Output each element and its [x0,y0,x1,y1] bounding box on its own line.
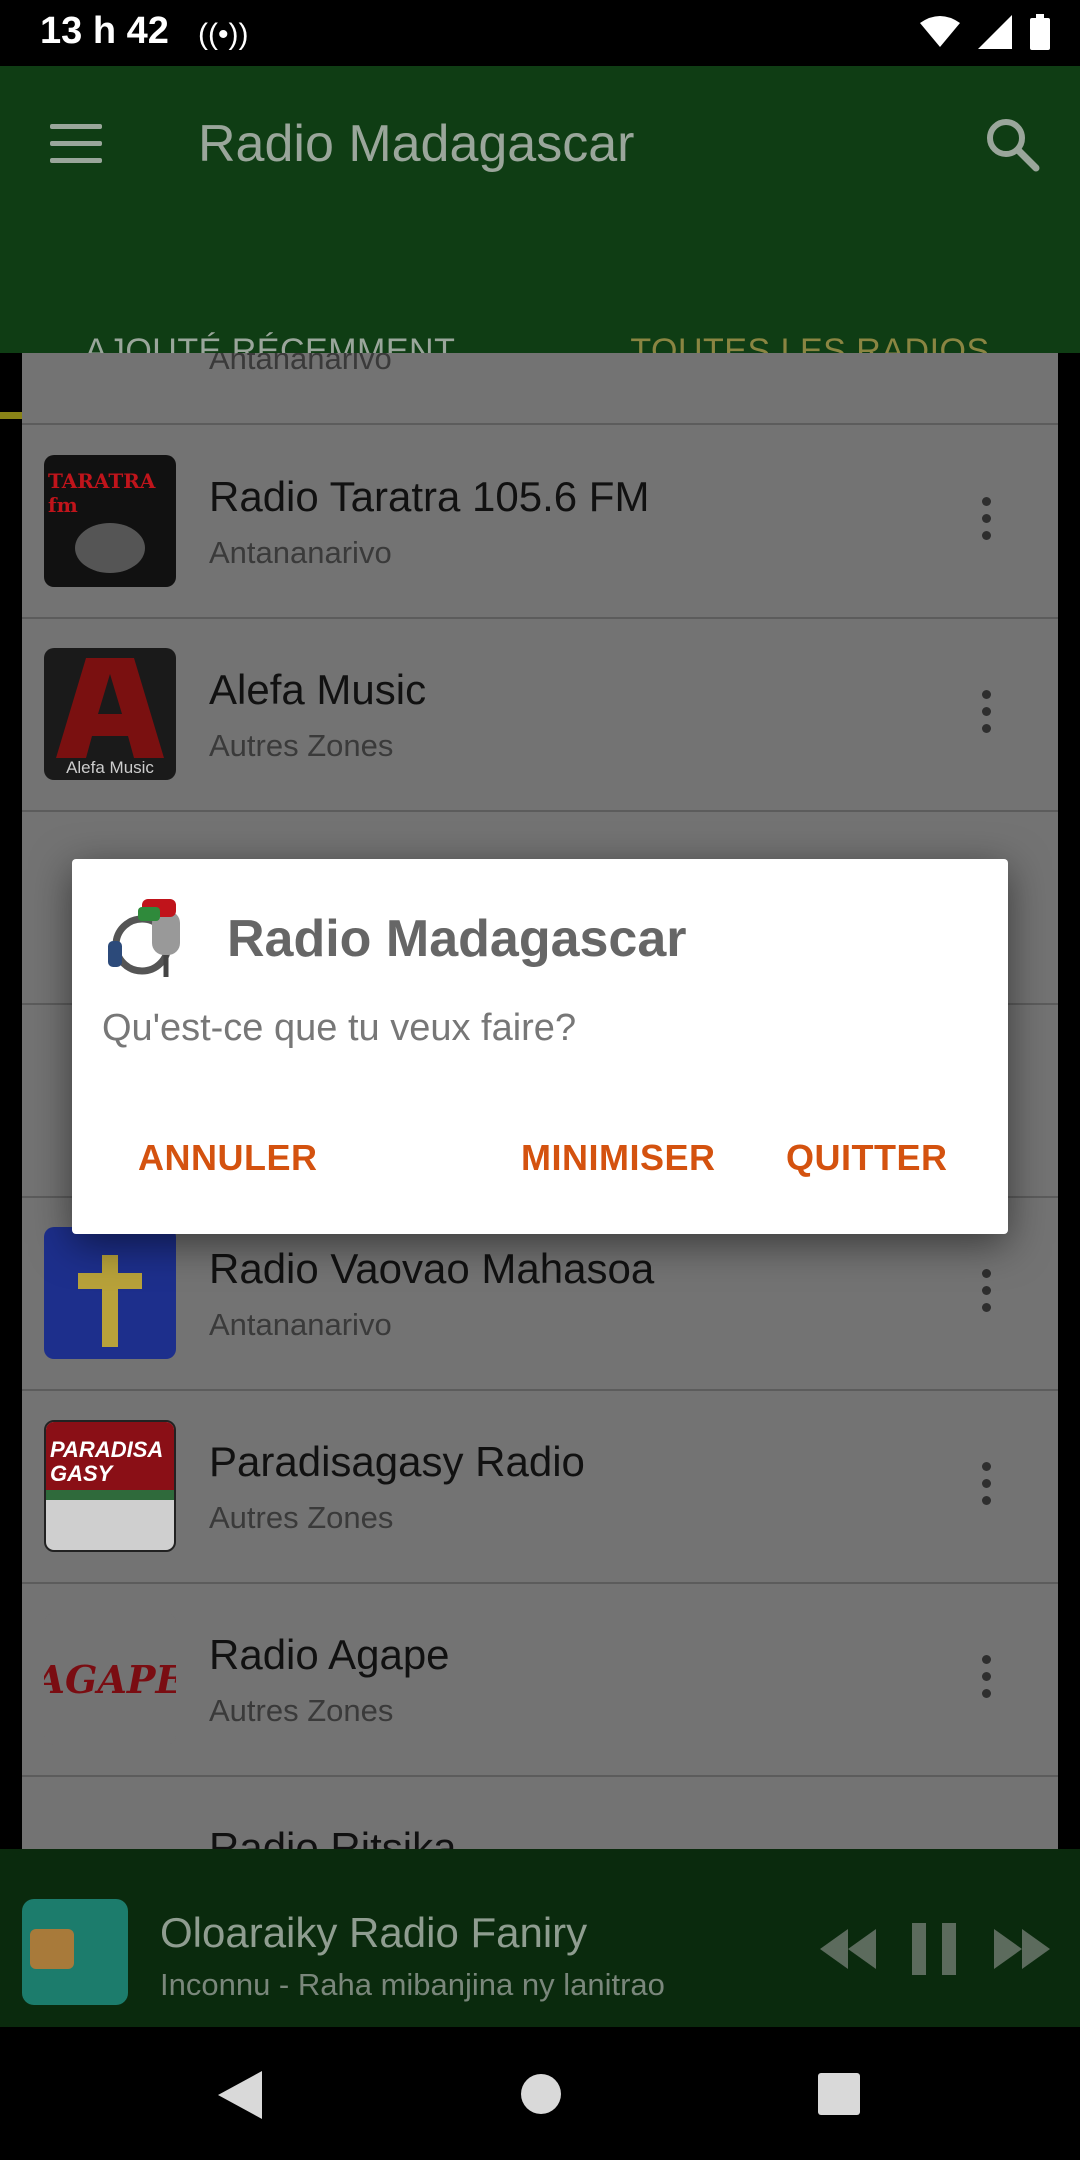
player-track: Inconnu - Raha mibanjina ny lanitrao [160,1967,665,2002]
menu-icon[interactable] [50,124,102,166]
player-artwork [22,1899,128,2005]
station-location: Autres Zones [209,1693,394,1728]
recents-icon[interactable] [818,2073,860,2115]
logo-text: AGAPE [44,1656,176,1702]
station-name: Radio Ritsika [209,1824,457,1849]
back-icon[interactable] [218,2071,262,2119]
broadcast-icon: ((•)) [198,18,249,51]
status-bar: 13 h 42 ((•)) [0,0,1080,66]
app-bar: Radio Madagascar AJOUTÉ RÉCEMMENT TOUTES… [0,66,1080,419]
home-icon[interactable] [520,2073,562,2115]
station-name: Paradisagasy Radio [209,1438,585,1485]
dialog-message: Qu'est-ce que tu veux faire? [102,1007,577,1049]
logo-text: PARADISA GASY [46,1422,174,1490]
logo-text: Alefa Music [66,758,154,777]
station-logo: TARATRA fm [44,455,176,587]
station-logo [44,1227,176,1359]
mini-player[interactable]: Oloaraiky Radio Faniry Inconnu - Raha mi… [0,1849,1080,2027]
search-icon[interactable] [982,114,1042,174]
station-logo: AGAPE [44,1613,176,1745]
list-item[interactable]: Alefa Music Alefa Music Autres Zones [22,618,1058,812]
station-location: Autres Zones [209,728,394,763]
logo-text: TARATRA fm [48,469,156,517]
status-time: 13 h 42 [40,10,169,52]
radio-microphone-icon [108,899,180,977]
station-name: Radio Vaovao Mahasoa [209,1245,655,1292]
rewind-icon[interactable] [820,1929,876,1969]
more-options-icon[interactable] [982,1269,992,1320]
cross-icon [78,1255,142,1347]
navigation-bar [0,2027,1080,2160]
list-item[interactable]: TARATRA fm Radio Taratra 105.6 FM Antana… [22,425,1058,619]
station-location: Autres Zones [209,1500,394,1535]
app-title: Radio Madagascar [198,115,635,173]
pause-icon[interactable] [910,1923,958,1975]
battery-icon [1030,14,1050,50]
player-station-name: Oloaraiky Radio Faniry [160,1909,588,1956]
station-logo: Alefa Music [44,648,176,780]
station-name: Radio Agape [209,1631,450,1678]
more-options-icon[interactable] [982,690,992,741]
station-name: Radio Taratra 105.6 FM [209,473,650,520]
status-icons [920,14,1050,50]
more-options-icon[interactable] [982,497,992,548]
wifi-icon [920,16,960,47]
minimize-button[interactable]: MINIMISER [521,1137,716,1179]
station-location: Antananarivo [209,535,392,570]
fast-forward-icon[interactable] [994,1929,1050,1969]
station-name: Alefa Music [209,666,427,713]
station-logo: PARADISA GASY [44,1420,176,1552]
station-location: Antananarivo [209,1307,392,1342]
list-item[interactable]: Antananarivo [22,353,1058,425]
cancel-button[interactable]: ANNULER [138,1137,318,1179]
exit-dialog: Radio Madagascar Qu'est-ce que tu veux f… [72,859,1008,1234]
more-options-icon[interactable] [982,1655,992,1706]
more-options-icon[interactable] [982,1462,992,1513]
station-location: Antananarivo [209,353,392,376]
list-item[interactable]: PARADISA GASY Paradisagasy Radio Autres … [22,1390,1058,1584]
signal-icon [978,15,1012,49]
list-item[interactable]: AGAPE Radio Agape Autres Zones [22,1583,1058,1777]
quit-button[interactable]: QUITTER [786,1137,948,1179]
list-item[interactable]: Radio Ritsika [22,1776,1058,1849]
dialog-title: Radio Madagascar [227,910,687,968]
